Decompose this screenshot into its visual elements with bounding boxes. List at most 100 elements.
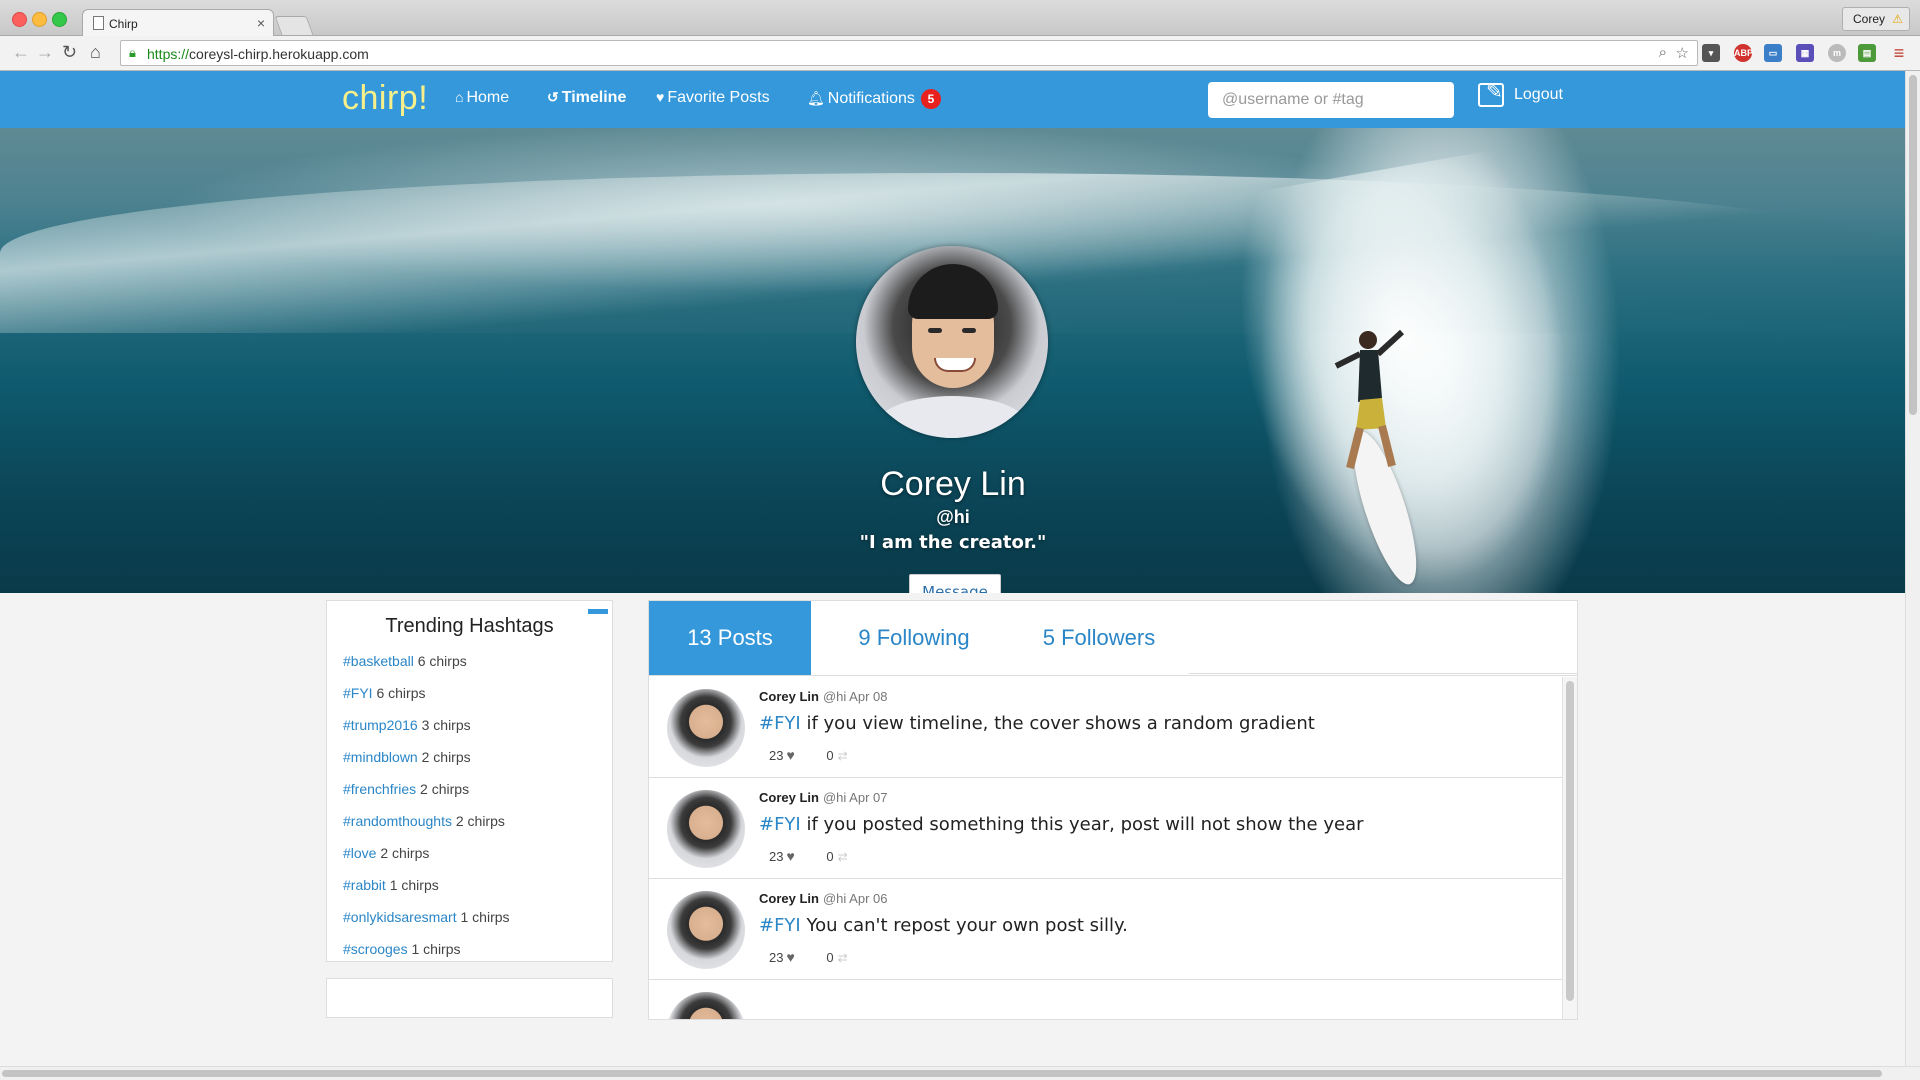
home-icon[interactable]: ⌂ — [90, 42, 101, 62]
post-hashtag-link[interactable]: #FYI — [759, 814, 801, 835]
post-author[interactable]: Corey Lin — [759, 790, 819, 805]
avatar-eye — [928, 328, 942, 333]
feed-extension-icon[interactable]: ▤ — [1858, 44, 1876, 62]
page-hscrollbar-thumb[interactable] — [2, 1070, 1882, 1077]
hashtag-link[interactable]: #randomthoughts — [343, 813, 452, 829]
repost-button[interactable]: 0 ⇄ — [826, 748, 847, 763]
trending-title: Trending Hashtags — [385, 615, 554, 637]
trending-item: #trump2016 3 chirps — [343, 717, 510, 749]
nav-timeline-link[interactable]: ↺ Timeline — [547, 89, 626, 107]
hashtag-link[interactable]: #FYI — [343, 685, 373, 701]
brand-logo[interactable]: chirp! — [342, 79, 428, 118]
post-avatar[interactable] — [667, 689, 745, 767]
window-zoom-button[interactable] — [52, 12, 67, 27]
hashtag-count: 2 chirps — [420, 781, 470, 797]
page-vertical-scrollbar[interactable] — [1905, 71, 1920, 1067]
menu-icon[interactable]: ≡ — [1890, 44, 1908, 62]
hashtag-count: 6 chirps — [376, 685, 426, 701]
tab-followers[interactable]: 5 Followers — [1019, 601, 1179, 675]
new-tab-button[interactable] — [274, 16, 314, 35]
window-close-button[interactable] — [12, 12, 27, 27]
like-button[interactable]: 23 ♥ — [769, 949, 795, 965]
page-horizontal-scrollbar[interactable] — [0, 1066, 1920, 1080]
post-feed: Corey Lin @hi Apr 08 #FYI if you view tim… — [649, 677, 1563, 1019]
back-arrow-icon[interactable]: ← — [12, 42, 30, 62]
browser-profile-button[interactable]: Corey ⚠ — [1841, 7, 1910, 31]
nav-favorite-posts-link[interactable]: ♥ Favorite Posts — [656, 89, 770, 107]
feed-scrollbar[interactable] — [1562, 677, 1577, 1019]
collapse-panel-button[interactable] — [588, 609, 608, 614]
hashtag-link[interactable]: #onlykidsaresmart — [343, 909, 457, 925]
m-extension-icon[interactable]: m — [1828, 44, 1846, 62]
hashtag-link[interactable]: #trump2016 — [343, 717, 418, 733]
forward-arrow-icon[interactable]: → — [36, 42, 54, 62]
post-avatar[interactable] — [667, 992, 745, 1019]
repost-button[interactable]: 0 ⇄ — [826, 849, 847, 864]
adblock-extension-icon[interactable]: ABP — [1734, 44, 1753, 62]
post-author[interactable]: Corey Lin — [759, 689, 819, 704]
heart-icon: ♥ — [786, 848, 795, 864]
page-scrollbar-thumb[interactable] — [1909, 75, 1917, 415]
like-count: 23 — [769, 849, 784, 864]
like-count: 23 — [769, 748, 784, 763]
like-button[interactable]: 23 ♥ — [769, 848, 795, 864]
post-actions: 23 ♥ 0 ⇄ — [769, 848, 848, 864]
repost-icon: ⇄ — [837, 951, 848, 965]
trending-hashtags-panel: Trending Hashtags #basketball 6 chirps #… — [326, 600, 613, 962]
post-hashtag-link[interactable]: #FYI — [759, 915, 801, 936]
post-avatar[interactable] — [667, 790, 745, 868]
bookmark-star-icon[interactable]: ☆ — [1676, 44, 1689, 62]
nav-home-link[interactable]: ⌂ Home — [455, 89, 509, 107]
tab-title: Chirp — [109, 17, 138, 31]
hashtag-link[interactable]: #frenchfries — [343, 781, 416, 797]
tab-posts[interactable]: 13 Posts — [649, 601, 811, 675]
post-avatar[interactable] — [667, 891, 745, 969]
browser-tab-chirp[interactable]: Chirp × — [82, 9, 274, 36]
post-actions: 23 ♥ 0 ⇄ — [769, 747, 848, 763]
zoom-icon[interactable]: ⌕ — [1659, 44, 1667, 61]
edit-icon — [1478, 79, 1504, 107]
site-navbar: chirp! ⌂ Home ↺ Timeline ♥ Favorite Posts 🔔… — [0, 71, 1906, 128]
address-bar[interactable]: 🔒︎ https://coreysl-chirp.herokuapp.com ⌕… — [120, 40, 1698, 66]
post-item-partial — [649, 980, 1563, 1019]
post-item: Corey Lin @hi Apr 07 #FYI if you posted s… — [649, 778, 1563, 879]
feed-scrollbar-thumb[interactable] — [1566, 681, 1574, 1001]
url-scheme: https:// — [147, 46, 190, 62]
trending-list: #basketball 6 chirps #FYI 6 chirps #trum… — [343, 653, 510, 973]
pocket-extension-icon[interactable]: ▾ — [1702, 44, 1720, 62]
tab-following[interactable]: 9 Following — [829, 601, 999, 675]
repost-count: 0 — [826, 849, 834, 864]
window-minimize-button[interactable] — [32, 12, 47, 27]
profile-avatar[interactable] — [856, 246, 1048, 438]
heart-icon: ♥ — [786, 747, 795, 763]
trending-item: #randomthoughts 2 chirps — [343, 813, 510, 845]
hashtag-link[interactable]: #scrooges — [343, 941, 408, 957]
hashtag-link[interactable]: #basketball — [343, 653, 414, 669]
hashtag-link[interactable]: #rabbit — [343, 877, 386, 893]
trending-item: #mindblown 2 chirps — [343, 749, 510, 781]
nav-notifications-link[interactable]: 🔔︎ Notifications 5 — [807, 89, 941, 109]
hashtag-count: 2 chirps — [455, 813, 505, 829]
search-input[interactable] — [1208, 82, 1454, 118]
calendar-extension-icon[interactable]: ▦ — [1796, 44, 1814, 62]
logout-button[interactable]: Logout — [1478, 79, 1563, 107]
like-button[interactable]: 23 ♥ — [769, 747, 795, 763]
post-hashtag-link[interactable]: #FYI — [759, 713, 801, 734]
hashtag-link[interactable]: #mindblown — [343, 749, 418, 765]
browser-tab-bar: Chirp × Corey ⚠ — [0, 0, 1920, 36]
post-text: #FYI if you posted something this year, … — [759, 814, 1364, 835]
post-author[interactable]: Corey Lin — [759, 891, 819, 906]
trending-item: #onlykidsaresmart 1 chirps — [343, 909, 510, 941]
logout-label: Logout — [1514, 86, 1563, 104]
post-meta: Corey Lin @hi Apr 06 — [759, 891, 887, 906]
avatar-eye — [962, 328, 976, 333]
hashtag-count: 1 chirps — [411, 941, 461, 957]
hashtag-link[interactable]: #love — [343, 845, 376, 861]
post-item: Corey Lin @hi Apr 08 #FYI if you view tim… — [649, 677, 1563, 778]
repost-button[interactable]: 0 ⇄ — [826, 950, 847, 965]
tab-close-icon[interactable]: × — [257, 15, 265, 31]
screen-capture-extension-icon[interactable]: ▭ — [1764, 44, 1782, 62]
trending-item: #basketball 6 chirps — [343, 653, 510, 685]
reload-icon[interactable]: ↻ — [62, 42, 77, 62]
message-button[interactable]: Message — [909, 574, 1001, 593]
